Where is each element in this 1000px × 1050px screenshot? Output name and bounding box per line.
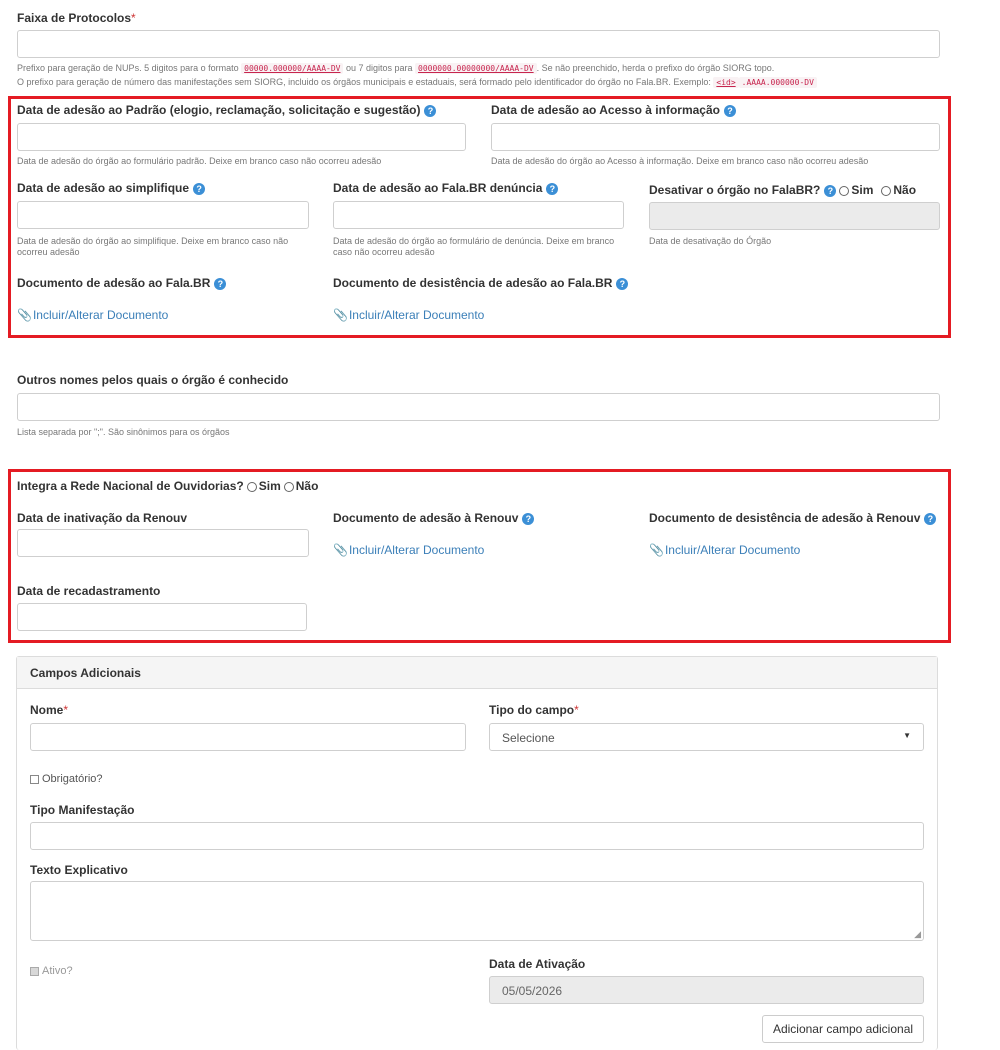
checkbox-checked-icon xyxy=(30,966,39,976)
panel-header xyxy=(17,657,937,689)
denuncia-date-input[interactable] xyxy=(333,201,624,229)
radio-nao[interactable] xyxy=(881,185,892,196)
data-ativacao-input: 05/05/2026 xyxy=(489,976,924,1004)
recadastramento-label: Data de recadastramento xyxy=(17,584,161,598)
data-ativacao-value: 05/05/2026 xyxy=(502,984,563,998)
campos-adicionais-title: Campos Adicionais xyxy=(30,666,141,680)
denuncia-label: Data de adesão ao Fala.BR denúncia? xyxy=(333,181,559,195)
tipo-campo-value: Selecione xyxy=(502,731,555,745)
data-ativacao-label: Data de Ativação xyxy=(489,957,586,971)
adicionar-campo-button[interactable]: Adicionar campo adicional xyxy=(762,1015,924,1043)
help-icon[interactable]: ? xyxy=(193,182,206,195)
texto-explicativo-textarea[interactable]: ◢ xyxy=(30,881,924,941)
help-icon[interactable]: ? xyxy=(522,512,535,525)
simplifique-label: Data de adesão ao simplifique? xyxy=(17,181,206,195)
padrao-help: Data de adesão do órgão ao formulário pa… xyxy=(17,156,382,166)
incluir-doc-adesao-renouv-link[interactable]: 📎Incluir/Alterar Documento xyxy=(333,543,484,557)
radio-sim[interactable] xyxy=(839,185,850,196)
ativo-checkbox: Ativo? xyxy=(30,965,73,977)
desativacao-date-input xyxy=(649,202,940,230)
protocolos-help-2: O prefixo para geração de número das man… xyxy=(17,77,992,88)
doc-adesao-renouv-label: Documento de adesão à Renouv? xyxy=(333,511,535,525)
nome-label: Nome* xyxy=(30,703,69,717)
outros-nomes-input[interactable] xyxy=(17,393,940,421)
inativacao-date-input[interactable] xyxy=(17,529,309,557)
tipo-manifestacao-input[interactable] xyxy=(30,822,924,850)
simplifique-date-input[interactable] xyxy=(17,201,309,229)
recadastramento-date-input[interactable] xyxy=(17,603,307,631)
chevron-down-icon: ▼ xyxy=(903,731,911,740)
inativacao-label: Data de inativação da Renouv xyxy=(17,511,188,525)
help-icon[interactable]: ? xyxy=(214,277,227,290)
desativar-label: Desativar o órgão no FalaBR?? Sim Não xyxy=(649,183,917,197)
radio-nao[interactable] xyxy=(283,481,294,492)
acesso-help: Data de adesão do órgão ao Acesso à info… xyxy=(491,156,869,166)
help-icon[interactable]: ? xyxy=(924,512,937,525)
paperclip-icon: 📎 xyxy=(333,308,348,322)
checkbox-icon[interactable] xyxy=(30,774,39,784)
paperclip-icon: 📎 xyxy=(649,543,664,557)
desativacao-help: Data de desativação do Órgão xyxy=(649,236,772,246)
protocolos-help-1: Prefixo para geração de NUPs. 5 digitos … xyxy=(17,63,775,74)
help-icon[interactable]: ? xyxy=(546,182,559,195)
resize-handle-icon[interactable]: ◢ xyxy=(914,929,921,940)
nome-input[interactable] xyxy=(30,723,466,751)
tipo-campo-label: Tipo do campo* xyxy=(489,703,579,717)
paperclip-icon: 📎 xyxy=(17,308,32,322)
tipo-manifestacao-label: Tipo Manifestação xyxy=(30,803,135,817)
protocolos-input[interactable] xyxy=(17,30,940,58)
help-icon[interactable]: ? xyxy=(824,184,837,197)
simplifique-help: Data de adesão do órgão ao simplifique. … xyxy=(17,236,289,257)
integra-renouv-label: Integra a Rede Nacional de Ouvidorias? Si… xyxy=(17,479,319,493)
doc-adesao-label: Documento de adesão ao Fala.BR? xyxy=(17,276,227,290)
incluir-doc-adesao-link[interactable]: 📎Incluir/Alterar Documento xyxy=(17,308,168,322)
denuncia-help: Data de adesão do órgão ao formulário de… xyxy=(333,236,615,257)
padrao-label: Data de adesão ao Padrão (elogio, reclam… xyxy=(17,103,437,117)
obrigatorio-checkbox[interactable]: Obrigatório? xyxy=(30,773,103,785)
help-icon[interactable]: ? xyxy=(424,104,437,117)
doc-desistencia-label: Documento de desistência de adesão ao Fa… xyxy=(333,276,629,290)
tipo-campo-select[interactable]: Selecione ▼ xyxy=(489,723,924,751)
incluir-doc-desistencia-renouv-link[interactable]: 📎Incluir/Alterar Documento xyxy=(649,543,800,557)
outros-nomes-help: Lista separada por ";". São sinônimos pa… xyxy=(17,427,230,437)
doc-desistencia-renouv-label: Documento de desistência de adesão à Ren… xyxy=(649,511,937,525)
texto-explicativo-label: Texto Explicativo xyxy=(30,863,128,877)
acesso-date-input[interactable] xyxy=(491,123,940,151)
radio-sim[interactable] xyxy=(246,481,257,492)
padrao-date-input[interactable] xyxy=(17,123,466,151)
paperclip-icon: 📎 xyxy=(333,543,348,557)
acesso-label: Data de adesão ao Acesso à informação? xyxy=(491,103,736,117)
outros-nomes-label: Outros nomes pelos quais o órgão é conhe… xyxy=(17,373,289,387)
help-icon[interactable]: ? xyxy=(616,277,629,290)
protocolos-label: Faixa de Protocolos* xyxy=(17,11,136,25)
incluir-doc-desistencia-link[interactable]: 📎Incluir/Alterar Documento xyxy=(333,308,484,322)
help-icon[interactable]: ? xyxy=(723,104,736,117)
